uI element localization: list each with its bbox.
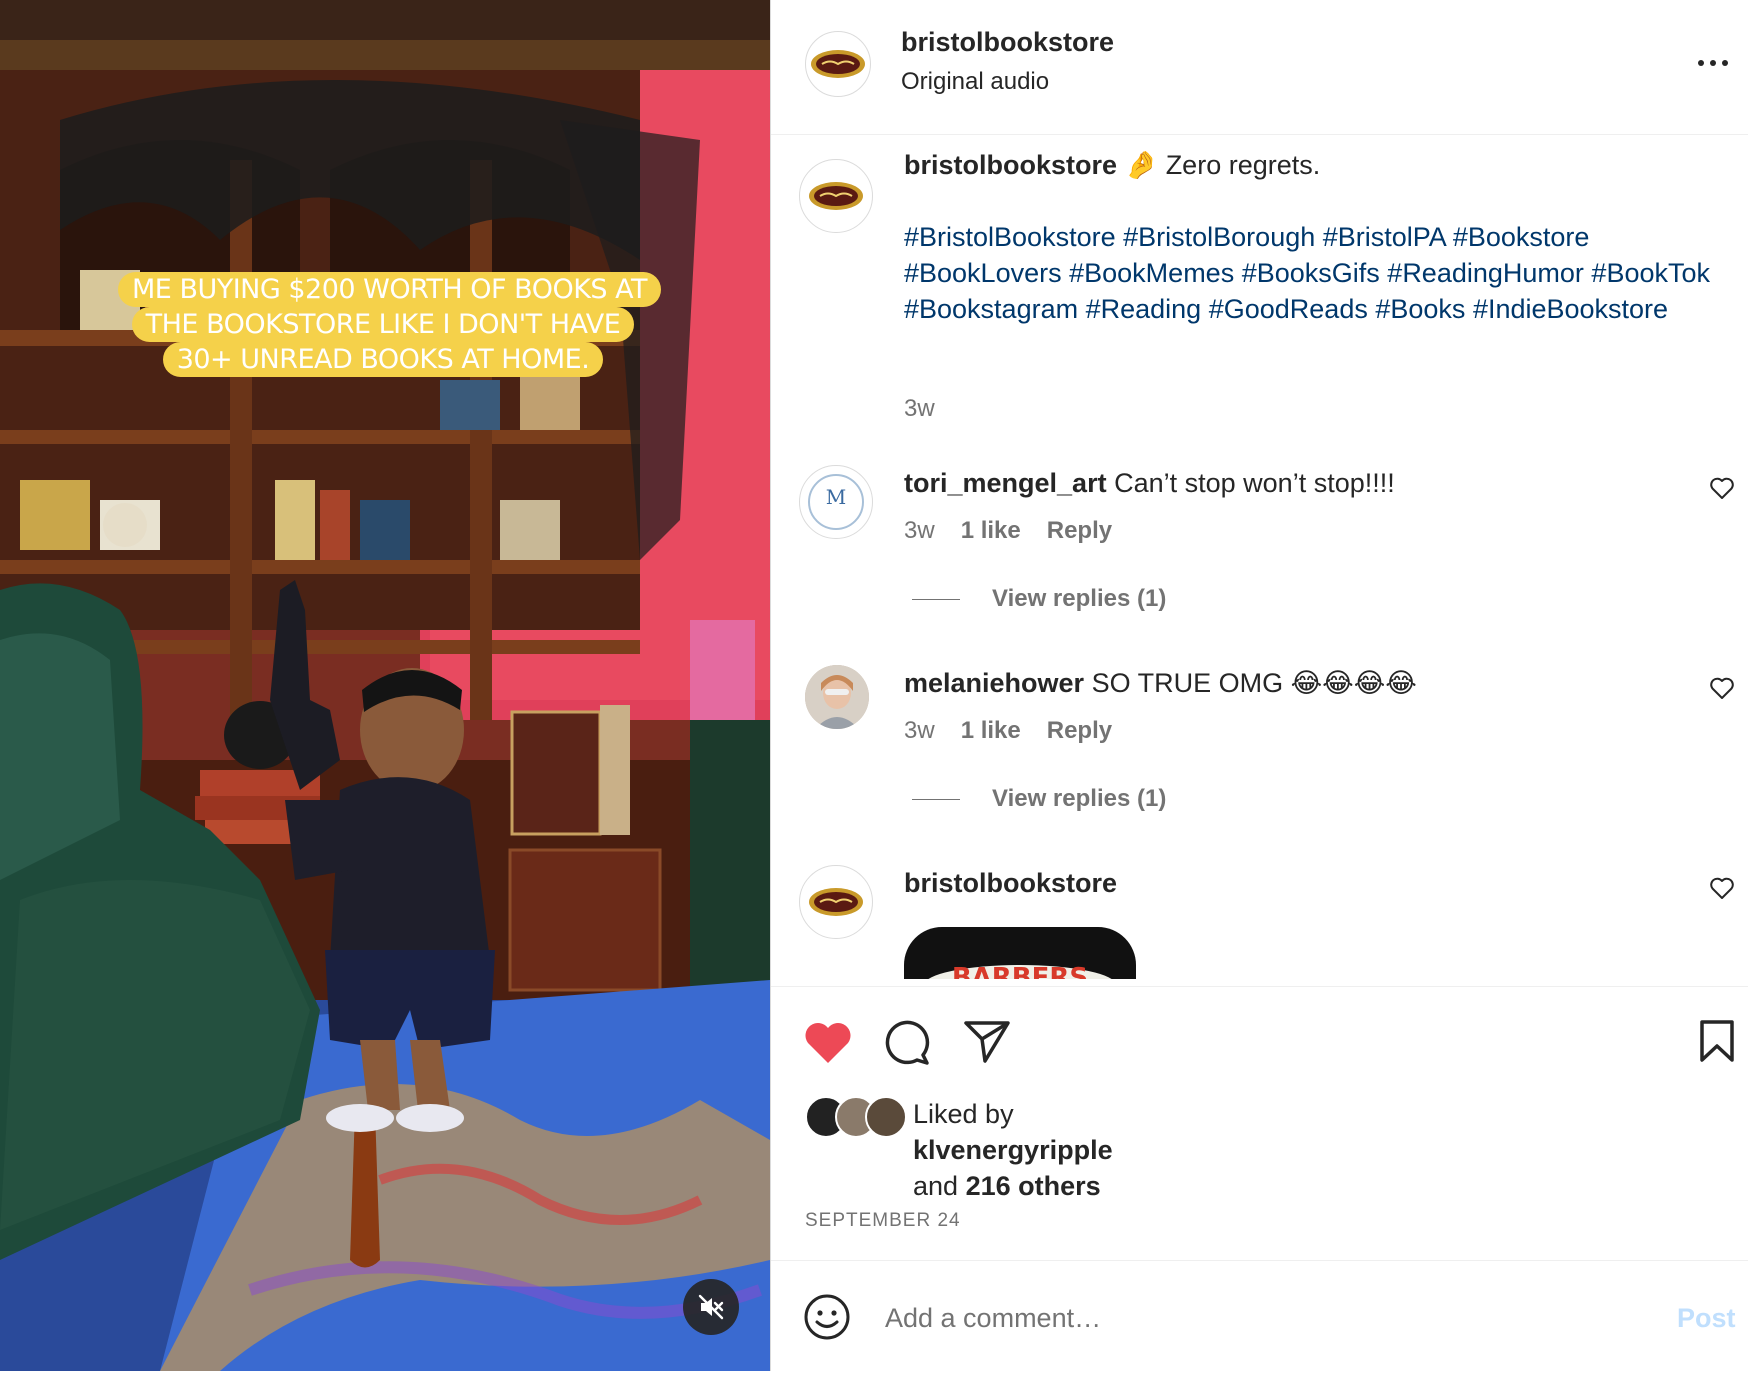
comment-icon[interactable]: [883, 1019, 931, 1067]
bristolbookstore-avatar[interactable]: [805, 31, 871, 97]
comment-timestamp[interactable]: 3w: [904, 717, 935, 745]
profile-photo-icon: [805, 665, 869, 729]
reply-button[interactable]: Reply: [1047, 517, 1112, 545]
tori-mengel-avatar[interactable]: M: [799, 465, 873, 539]
hashtag-link[interactable]: #BristolBorough: [1123, 222, 1315, 252]
comment-likes[interactable]: 1 like: [961, 717, 1021, 745]
mute-button[interactable]: [683, 1279, 739, 1335]
share-icon[interactable]: [963, 1019, 1011, 1065]
post-button[interactable]: Post: [1677, 1303, 1736, 1334]
others-likes-link[interactable]: 216 others: [966, 1171, 1101, 1201]
comment-gif[interactable]: BARBERS: [904, 927, 1136, 979]
comment-username[interactable]: melaniehower: [904, 668, 1084, 698]
replies-divider-line: [912, 598, 960, 600]
liker-avatar: [865, 1096, 907, 1138]
hashtag-link[interactable]: #BooksGifs: [1242, 258, 1380, 288]
comment-likes[interactable]: 1 like: [961, 517, 1021, 545]
caption-text: Zero regrets.: [1165, 150, 1321, 180]
caption-hashtags: #BristolBookstore #BristolBorough #Brist…: [904, 219, 1714, 327]
heart-outline-icon[interactable]: [1709, 875, 1735, 901]
hashtag-link[interactable]: #BristolPA: [1323, 222, 1446, 252]
caption-username[interactable]: bristolbookstore: [904, 150, 1117, 180]
melaniehower-avatar[interactable]: [805, 665, 869, 729]
emoji-icon[interactable]: [803, 1293, 851, 1341]
header-username[interactable]: bristolbookstore: [901, 27, 1114, 58]
tori-mengel-logo-icon: M: [808, 474, 864, 530]
reply-button[interactable]: Reply: [1047, 717, 1112, 745]
heart-outline-icon[interactable]: [1709, 675, 1735, 701]
hashtag-link[interactable]: #GoodReads: [1209, 294, 1368, 324]
more-dots-icon: [1698, 60, 1728, 66]
bookstore-logo-icon: [809, 888, 863, 916]
comment-item: melaniehower SO TRUE OMG 😂😂😂😂 3w 1 like …: [771, 665, 1748, 845]
liker-username[interactable]: klvenergyripple: [913, 1132, 1113, 1168]
bookstore-logo-icon: [811, 50, 865, 78]
view-replies-button[interactable]: View replies (1): [912, 785, 1166, 813]
post-date[interactable]: SEPTEMBER 24: [805, 1210, 961, 1232]
hashtag-link[interactable]: #Reading: [1086, 294, 1202, 324]
hashtag-link[interactable]: #Bookstore: [1453, 222, 1590, 252]
hashtag-link[interactable]: #Bookstagram: [904, 294, 1078, 324]
replies-divider-line: [912, 798, 960, 800]
muted-speaker-icon: [698, 1294, 724, 1320]
comment-item: M tori_mengel_art Can’t stop won’t stop!…: [771, 465, 1748, 645]
comments-section[interactable]: bristolbookstore 🤌 Zero regrets. #Bristo…: [771, 135, 1748, 979]
liked-by-summary: Liked by klvenergyripple and 216 others: [913, 1099, 1113, 1201]
comment-form: Post: [771, 1260, 1748, 1372]
reel-video[interactable]: Me buying $200 worth of books at the boo…: [0, 0, 770, 1371]
hashtag-link[interactable]: #BookLovers: [904, 258, 1062, 288]
liked-by-avatars[interactable]: [805, 1096, 915, 1138]
hashtag-link[interactable]: #IndieBookstore: [1473, 294, 1668, 324]
video-frame: [0, 0, 770, 1371]
view-replies-button[interactable]: View replies (1): [912, 585, 1166, 613]
caption-avatar[interactable]: [799, 159, 873, 233]
hashtag-link[interactable]: #BristolBookstore: [904, 222, 1116, 252]
comment-username[interactable]: bristolbookstore: [904, 868, 1117, 898]
comment-input[interactable]: [883, 1291, 1587, 1345]
comment-text: SO TRUE OMG 😂😂😂😂: [1091, 668, 1417, 698]
original-audio-link[interactable]: Original audio: [901, 68, 1049, 96]
hashtag-link[interactable]: #BookTok: [1591, 258, 1710, 288]
more-options-button[interactable]: [1693, 48, 1733, 78]
bookmark-icon[interactable]: [1699, 1019, 1735, 1063]
post-caption: bristolbookstore 🤌 Zero regrets. #Bristo…: [771, 135, 1748, 435]
post-details-panel: bristolbookstore Original audio bristolb…: [770, 0, 1748, 1371]
heart-filled-icon[interactable]: [803, 1021, 853, 1065]
hashtag-link[interactable]: #BookMemes: [1069, 258, 1234, 288]
comment-timestamp[interactable]: 3w: [904, 517, 935, 545]
video-caption-overlay: Me buying $200 worth of books at the boo…: [118, 272, 662, 377]
svg-text:M: M: [826, 485, 846, 509]
comment-item: bristolbookstore BARBERS: [771, 865, 1748, 979]
bristolbookstore-avatar[interactable]: [799, 865, 873, 939]
caption-timestamp[interactable]: 3w: [904, 395, 935, 423]
bookstore-logo-icon: [809, 182, 863, 210]
comment-text: Can’t stop won’t stop!!!!: [1114, 468, 1395, 498]
heart-outline-icon[interactable]: [1709, 475, 1735, 501]
gif-label: BARBERS: [924, 965, 1116, 979]
post-header: bristolbookstore Original audio: [771, 0, 1748, 135]
hashtag-link[interactable]: #Books: [1375, 294, 1465, 324]
hashtag-link[interactable]: #ReadingHumor: [1387, 258, 1584, 288]
comment-username[interactable]: tori_mengel_art: [904, 468, 1107, 498]
pinched-fingers-emoji: 🤌: [1124, 150, 1159, 180]
